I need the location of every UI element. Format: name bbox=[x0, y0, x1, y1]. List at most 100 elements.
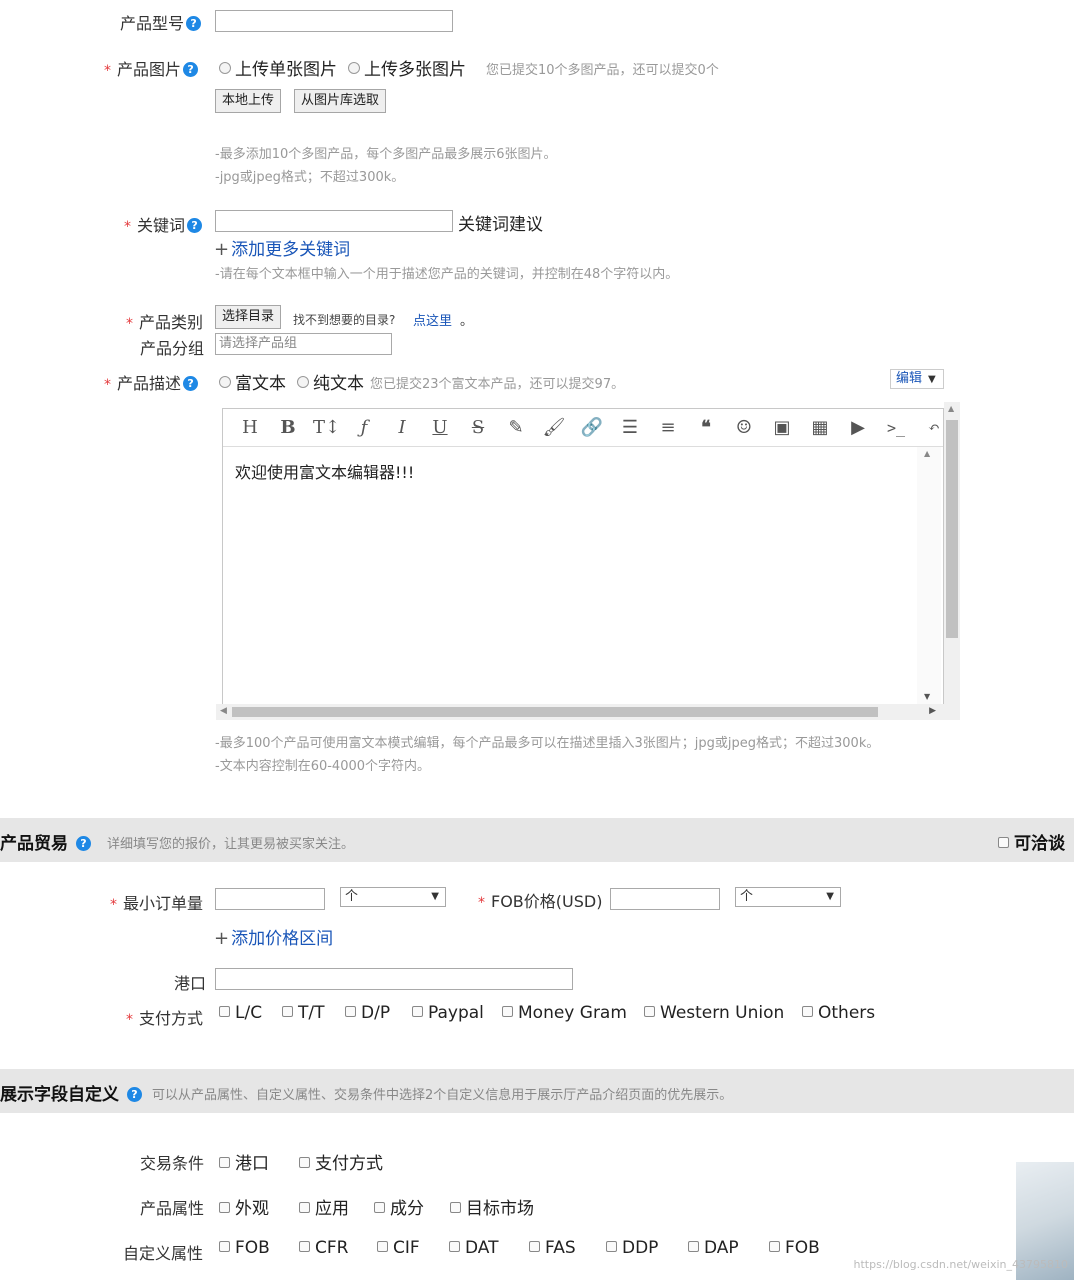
checkbox-icon[interactable] bbox=[449, 1241, 460, 1252]
italic-icon[interactable]: I bbox=[389, 415, 415, 441]
checkbox-icon[interactable] bbox=[688, 1241, 699, 1252]
checkbox-icon[interactable] bbox=[299, 1157, 310, 1168]
checkbox-icon[interactable] bbox=[374, 1202, 385, 1213]
scroll-left-icon[interactable]: ◀ bbox=[220, 706, 227, 716]
keyword-input[interactable] bbox=[215, 210, 453, 232]
payment-paypal[interactable]: Paypal bbox=[412, 1003, 484, 1023]
select-category-button[interactable]: 选择目录 bbox=[215, 305, 282, 329]
fob-unit-select[interactable]: 个 ▼ bbox=[735, 887, 841, 907]
horizontal-scrollbar[interactable]: ◀ ▶ bbox=[216, 704, 944, 720]
text-size-icon[interactable]: T↕ bbox=[313, 415, 340, 441]
fob-price-input[interactable] bbox=[610, 888, 720, 910]
editor-content[interactable]: 欢迎使用富文本编辑器!!! bbox=[235, 459, 414, 483]
checkbox-icon[interactable] bbox=[769, 1241, 780, 1252]
list-icon[interactable]: ☰ bbox=[617, 415, 643, 441]
brush-icon[interactable]: 🖌 bbox=[541, 415, 567, 441]
payment-moneygram[interactable]: Money Gram bbox=[502, 1003, 627, 1023]
keyword-suggest-link[interactable]: 关键词建议 bbox=[458, 210, 543, 235]
custom-attr-ddp[interactable]: DDP bbox=[606, 1238, 658, 1258]
add-price-range-link[interactable]: + 添加价格区间 bbox=[214, 924, 333, 949]
attr-application[interactable]: 应用 bbox=[299, 1194, 349, 1219]
custom-attr-fob-2[interactable]: FOB bbox=[769, 1238, 820, 1258]
editor-inner-scrollbar[interactable]: ▲ ▼ bbox=[917, 447, 941, 705]
underline-icon[interactable]: U bbox=[427, 415, 453, 441]
heading-icon[interactable]: H bbox=[237, 415, 263, 441]
table-icon[interactable]: ▦ bbox=[807, 415, 833, 441]
scroll-up-icon[interactable]: ▲ bbox=[948, 404, 954, 413]
checkbox-icon[interactable] bbox=[219, 1006, 230, 1017]
attr-composition[interactable]: 成分 bbox=[374, 1194, 424, 1219]
min-order-input[interactable] bbox=[215, 888, 325, 910]
scroll-right-icon[interactable]: ▶ bbox=[929, 706, 936, 716]
checkbox-icon[interactable] bbox=[282, 1006, 293, 1017]
quote-icon[interactable]: ❝ bbox=[693, 415, 719, 441]
checkbox-icon[interactable] bbox=[299, 1241, 310, 1252]
help-icon[interactable]: ? bbox=[183, 62, 199, 77]
radio-icon[interactable] bbox=[219, 376, 231, 388]
font-icon[interactable]: ƒ bbox=[351, 415, 377, 441]
pen-icon[interactable]: ✎ bbox=[503, 415, 529, 441]
help-icon[interactable]: ? bbox=[183, 376, 199, 391]
trade-term-port[interactable]: 港口 bbox=[219, 1149, 269, 1174]
custom-attr-dap[interactable]: DAP bbox=[688, 1238, 739, 1258]
checkbox-icon[interactable] bbox=[299, 1202, 310, 1213]
code-icon[interactable]: >_ bbox=[883, 415, 909, 441]
custom-attr-fas[interactable]: FAS bbox=[529, 1238, 576, 1258]
checkbox-icon[interactable] bbox=[606, 1241, 617, 1252]
checkbox-icon[interactable] bbox=[502, 1006, 513, 1017]
radio-multi-image[interactable]: 上传多张图片 bbox=[348, 55, 466, 80]
checkbox-icon[interactable] bbox=[529, 1241, 540, 1252]
custom-attr-fob[interactable]: FOB bbox=[219, 1238, 270, 1258]
payment-western-union[interactable]: Western Union bbox=[644, 1003, 784, 1023]
payment-lc[interactable]: L/C bbox=[219, 1003, 262, 1023]
align-icon[interactable]: ≡ bbox=[655, 415, 681, 441]
help-icon[interactable]: ? bbox=[75, 836, 91, 851]
min-order-unit-select[interactable]: 个 ▼ bbox=[340, 887, 446, 907]
payment-others[interactable]: Others bbox=[802, 1003, 875, 1023]
bold-icon[interactable]: B bbox=[275, 415, 301, 441]
negotiable-checkbox[interactable]: 可洽谈 bbox=[998, 829, 1065, 854]
custom-attr-dat[interactable]: DAT bbox=[449, 1238, 499, 1258]
checkbox-icon[interactable] bbox=[412, 1006, 423, 1017]
checkbox-icon[interactable] bbox=[450, 1202, 461, 1213]
strikethrough-icon[interactable]: S bbox=[465, 415, 491, 441]
image-icon[interactable]: ▣ bbox=[769, 415, 795, 441]
radio-plain-text[interactable]: 纯文本 bbox=[297, 369, 364, 394]
payment-dp[interactable]: D/P bbox=[345, 1003, 390, 1023]
attr-appearance[interactable]: 外观 bbox=[219, 1194, 269, 1219]
scrollbar-thumb[interactable] bbox=[232, 707, 878, 717]
video-icon[interactable]: ▶ bbox=[845, 415, 871, 441]
payment-tt[interactable]: T/T bbox=[282, 1003, 325, 1023]
radio-icon[interactable] bbox=[219, 62, 231, 74]
model-input[interactable] bbox=[215, 10, 453, 32]
checkbox-icon[interactable] bbox=[219, 1157, 230, 1168]
emoji-icon[interactable]: ☺ bbox=[731, 415, 757, 441]
help-icon[interactable]: ? bbox=[187, 218, 203, 233]
trade-term-payment[interactable]: 支付方式 bbox=[299, 1149, 383, 1174]
attr-target-market[interactable]: 目标市场 bbox=[450, 1194, 534, 1219]
checkbox-icon[interactable] bbox=[802, 1006, 813, 1017]
scrollbar-thumb[interactable] bbox=[946, 420, 958, 638]
outer-vertical-scrollbar[interactable]: ▲ bbox=[944, 402, 960, 720]
checkbox-icon[interactable] bbox=[345, 1006, 356, 1017]
custom-attr-cif[interactable]: CIF bbox=[377, 1238, 420, 1258]
group-input[interactable]: 请选择产品组 bbox=[215, 333, 392, 355]
scroll-down-icon[interactable]: ▼ bbox=[924, 692, 930, 701]
add-more-keywords-link[interactable]: + 添加更多关键词 bbox=[214, 235, 350, 260]
rich-text-editor[interactable]: H B T↕ ƒ I U S ✎ 🖌 🔗 ☰ ≡ ❝ ☺ ▣ ▦ ▶ >_ ↶ … bbox=[222, 408, 944, 706]
help-icon[interactable]: ? bbox=[186, 16, 202, 31]
help-icon[interactable]: ? bbox=[126, 1087, 142, 1102]
radio-icon[interactable] bbox=[348, 62, 360, 74]
local-upload-button[interactable]: 本地上传 bbox=[215, 89, 282, 113]
radio-rich-text[interactable]: 富文本 bbox=[219, 369, 286, 394]
checkbox-icon[interactable] bbox=[377, 1241, 388, 1252]
checkbox-icon[interactable] bbox=[998, 837, 1009, 848]
checkbox-icon[interactable] bbox=[644, 1006, 655, 1017]
radio-single-image[interactable]: 上传单张图片 bbox=[219, 55, 337, 80]
scroll-up-icon[interactable]: ▲ bbox=[924, 449, 930, 458]
port-input[interactable] bbox=[215, 968, 573, 990]
library-select-button[interactable]: 从图片库选取 bbox=[294, 89, 387, 113]
edit-dropdown[interactable]: 编辑 ▼ bbox=[890, 369, 944, 389]
radio-icon[interactable] bbox=[297, 376, 309, 388]
checkbox-icon[interactable] bbox=[219, 1202, 230, 1213]
